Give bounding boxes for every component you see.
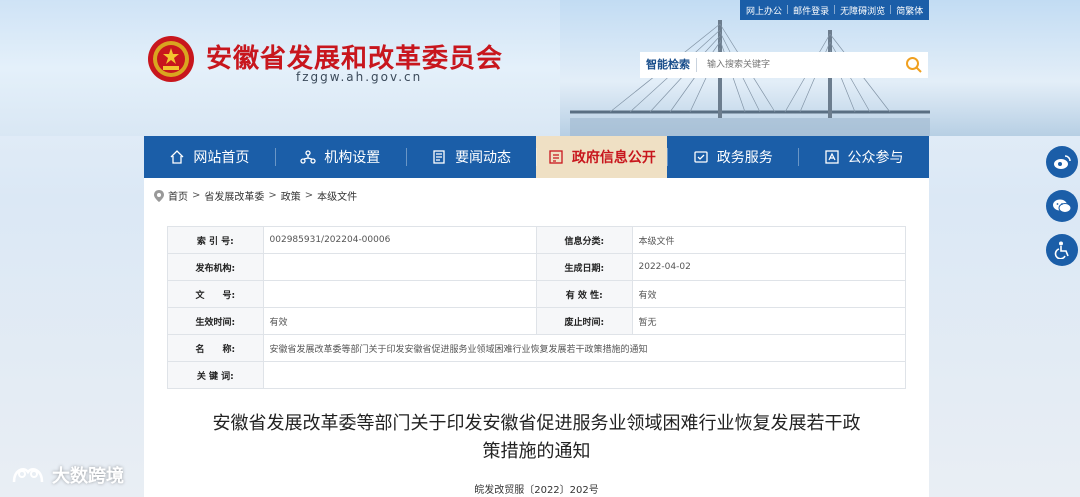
publisher-value xyxy=(262,253,537,281)
separator: | xyxy=(786,5,790,15)
keywords-label: 关 键 词: xyxy=(167,361,264,389)
top-links-bar: 网上办公 | 邮件登录 | 无障碍浏览 | 简繁体 xyxy=(740,0,930,20)
site-domain: fzggw.ah.gov.cn xyxy=(296,70,423,84)
service-icon xyxy=(694,151,708,163)
org-icon xyxy=(300,150,316,164)
nav-label: 要闻动态 xyxy=(455,150,512,166)
publisher-label: 发布机构: xyxy=(167,253,264,281)
home-icon xyxy=(170,150,184,164)
docno-label: 文 号: xyxy=(167,280,264,308)
info-icon xyxy=(549,150,563,164)
nav-item-home[interactable]: 网站首页 xyxy=(144,136,275,178)
table-row: 生效时间: 有效 废止时间: 暂无 xyxy=(167,307,906,335)
validity-value: 有效 xyxy=(631,280,906,308)
share-wechat-button[interactable] xyxy=(1046,190,1078,222)
watermark-logo-icon xyxy=(12,468,44,483)
name-label: 名 称: xyxy=(167,334,264,362)
site-header: 网上办公 | 邮件登录 | 无障碍浏览 | 简繁体 安徽省发展和改革委员会 fz… xyxy=(0,0,1080,136)
document-number: 皖发改贸服〔2022〕202号 xyxy=(474,485,599,496)
search-icon xyxy=(906,57,922,73)
nav-label: 公众参与 xyxy=(847,150,904,166)
search-box: 智能检索 xyxy=(640,52,928,78)
nav-label: 机构设置 xyxy=(324,150,381,166)
validity-label: 有 效 性: xyxy=(535,280,633,308)
nav-item-news[interactable]: 要闻动态 xyxy=(405,136,537,178)
accessibility-button[interactable] xyxy=(1046,234,1078,266)
link-mail-login[interactable]: 邮件登录 xyxy=(793,4,829,17)
table-row: 关 键 词: xyxy=(167,361,907,389)
effective-label: 生效时间: xyxy=(167,307,264,335)
date-value: 2022-04-02 xyxy=(631,253,906,281)
effective-value: 有效 xyxy=(262,307,537,335)
table-row: 文 号: 有 效 性: 有效 xyxy=(167,280,906,308)
nav-label: 政府信息公开 xyxy=(571,150,656,166)
watermark-text: 大数跨境 xyxy=(52,466,124,487)
share-column xyxy=(1046,146,1078,266)
nav-item-organization[interactable]: 机构设置 xyxy=(274,136,406,178)
document-title-line: 策措施的通知 xyxy=(482,441,591,462)
nav-label: 政务服务 xyxy=(716,150,773,166)
location-pin-icon xyxy=(154,189,164,202)
breadcrumb-separator: > xyxy=(268,190,277,201)
accessibility-icon xyxy=(1054,241,1069,259)
link-online-office[interactable]: 网上办公 xyxy=(746,4,782,17)
watermark: 大数跨境 xyxy=(10,462,124,488)
link-accessible-browse[interactable]: 无障碍浏览 xyxy=(840,4,885,17)
index-value: 002985931/202204-00006 xyxy=(262,226,537,254)
breadcrumb-commission[interactable]: 省发展改革委 xyxy=(204,188,264,203)
category-label: 信息分类: xyxy=(535,226,633,254)
breadcrumb-separator: > xyxy=(304,190,314,201)
nav-label: 网站首页 xyxy=(193,150,250,166)
table-row: 发布机构: 生成日期: 2022-04-02 xyxy=(167,253,906,281)
separator: | xyxy=(889,5,893,15)
table-row: 索 引 号: 002985931/202204-00006 信息分类: 本级文件 xyxy=(167,226,906,254)
name-value: 安徽省发展改革委等部门关于印发安徽省促进服务业领域困难行业恢复发展若干政策措施的… xyxy=(262,334,907,362)
document-title: 安徽省发展改革委等部门关于印发安徽省促进服务业领域困难行业恢复发展若干政 策措施… xyxy=(144,410,929,466)
content-panel: 首页 > 省发展改革委 > 政策 > 本级文件 索 引 号: 002985931… xyxy=(144,178,929,497)
national-emblem-icon xyxy=(148,36,194,82)
search-button[interactable] xyxy=(900,52,928,78)
search-input[interactable] xyxy=(697,55,900,75)
weibo-icon xyxy=(1054,155,1071,169)
table-row: 名 称: 安徽省发展改革委等部门关于印发安徽省促进服务业领域困难行业恢复发展若干… xyxy=(167,334,907,362)
breadcrumb: 首页 > 省发展改革委 > 政策 > 本级文件 xyxy=(154,188,357,203)
keywords-value xyxy=(262,361,907,389)
nav-item-gov-info[interactable]: 政府信息公开 xyxy=(536,136,668,178)
nav-item-public-participation[interactable]: 公众参与 xyxy=(798,136,929,178)
repeal-label: 废止时间: xyxy=(535,307,633,335)
breadcrumb-current[interactable]: 本级文件 xyxy=(317,188,357,203)
index-label: 索 引 号: xyxy=(167,226,264,254)
repeal-value: 暂无 xyxy=(631,307,906,335)
document-title-line: 安徽省发展改革委等部门关于印发安徽省促进服务业领域困难行业恢复发展若干政 xyxy=(212,413,861,434)
search-label: 智能检索 xyxy=(640,58,697,72)
docno-value xyxy=(262,280,537,308)
category-value: 本级文件 xyxy=(631,226,906,254)
breadcrumb-home[interactable]: 首页 xyxy=(168,188,188,203)
breadcrumb-policy[interactable]: 政策 xyxy=(281,188,301,203)
link-simplified-traditional[interactable]: 简繁体 xyxy=(896,4,923,17)
main-nav: 网站首页 机构设置 要闻动态 政府信息公开 政务服务 公众参与 xyxy=(144,136,929,178)
participate-icon xyxy=(824,150,839,164)
breadcrumb-separator: > xyxy=(192,190,201,201)
news-icon xyxy=(433,150,445,164)
share-weibo-button[interactable] xyxy=(1046,146,1078,178)
separator: | xyxy=(833,5,837,15)
wechat-icon xyxy=(1053,199,1072,213)
date-label: 生成日期: xyxy=(535,253,633,281)
document-info-table: 索 引 号: 002985931/202204-00006 信息分类: 本级文件… xyxy=(167,226,907,389)
nav-item-gov-service[interactable]: 政务服务 xyxy=(667,136,798,178)
